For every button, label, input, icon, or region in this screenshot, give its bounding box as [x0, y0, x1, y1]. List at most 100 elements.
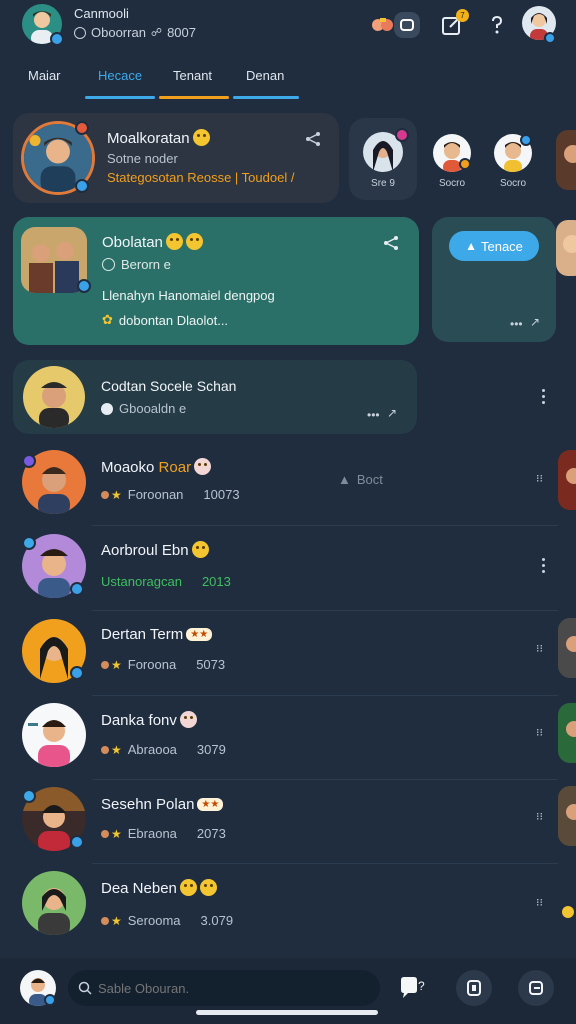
chat-meta-text: Ustanoragcan [101, 574, 182, 589]
smile-emoji-icon [192, 129, 210, 146]
chat-name: Moaoko Roar [101, 458, 212, 476]
reaction-icons: ★ [101, 827, 122, 841]
group-badge-icon [22, 536, 36, 550]
verified-badge-icon [70, 582, 84, 596]
verified-badge-icon [77, 279, 91, 293]
tenace-button[interactable]: ▲ Tenace [449, 231, 539, 261]
verified-badge-icon [544, 32, 556, 44]
story-badge-icon [459, 158, 471, 170]
chat-count: 2013 [201, 574, 231, 589]
more-icon[interactable]: ⁝⁝ [536, 896, 543, 909]
status-icon [74, 26, 86, 39]
tab-underline-denan [233, 96, 299, 99]
active-status-text: Berorn e [121, 257, 171, 272]
user-icon: ▲ [465, 239, 477, 253]
search-input[interactable] [98, 980, 358, 996]
chat-name: Sesehn Polan ★★ [101, 796, 224, 813]
tab-tenant[interactable]: Tenant [173, 68, 212, 83]
header-code: 8007 [167, 25, 196, 40]
more-dots-icon[interactable]: ••• [367, 408, 380, 422]
story-avatar-4[interactable] [556, 130, 576, 190]
exit-button[interactable] [518, 970, 554, 1006]
expand-icon[interactable]: ↗ [387, 406, 397, 420]
row-menu-icon[interactable] [541, 558, 545, 574]
chat-avatar[interactable] [22, 703, 86, 767]
share-icon[interactable] [383, 235, 399, 251]
featured-card[interactable]: Moalkoratan Sotne noder Stategosotan Reo… [13, 113, 339, 203]
svg-text:?: ? [418, 979, 425, 993]
story-label-3: Socro [499, 178, 527, 189]
share-icon[interactable] [305, 131, 321, 147]
smile-emoji-icon [562, 906, 574, 918]
new-tag-icon: ★★ [186, 628, 213, 641]
chat-bubble-icon[interactable]: ? [398, 976, 428, 1000]
more-dots-icon[interactable]: ••• [510, 317, 523, 331]
partial-avatar-right [558, 703, 576, 763]
gallery-button[interactable] [456, 970, 492, 1006]
verified-badge-icon [75, 179, 89, 193]
search-bar[interactable] [68, 970, 380, 1006]
featured-line: Stategosotan Reosse | Toudoel / [107, 170, 295, 185]
camera-icon[interactable] [393, 11, 421, 39]
more-icon[interactable]: ⁝⁝ [536, 810, 543, 823]
chat-name: Dea Neben [101, 879, 217, 897]
story-label-1: Sre 9 [371, 178, 395, 189]
chat-meta: Ustanoragcan 2013 [101, 574, 231, 589]
header-status-text: Oboorran [91, 25, 146, 40]
home-indicator[interactable] [196, 1010, 378, 1015]
header-name: Canmooli [74, 6, 129, 21]
chat-name-highlight: Roar [158, 459, 192, 476]
grin-emoji-icon [165, 233, 183, 250]
row-menu-icon[interactable] [541, 389, 545, 405]
verified-badge-icon [70, 666, 84, 680]
notification-badge: 7 [456, 9, 469, 22]
link-icon: ☍ [150, 27, 163, 39]
chat-meta-text: Abraooa [127, 742, 177, 757]
floating-suggestion[interactable]: ▲ Boct [330, 466, 391, 492]
face-emoji-icon [179, 711, 197, 728]
tenace-button-label: Tenace [480, 238, 523, 254]
reaction-icons: ★ [101, 914, 122, 928]
row-divider [92, 779, 558, 780]
active-attachment: ✿ dobontan Dlaolot... [102, 312, 228, 328]
verified-badge-icon [70, 835, 84, 849]
tab-underline-tenant [159, 96, 229, 99]
smile-emoji-icon [191, 541, 209, 558]
chat-meta-text: Foroonan [127, 487, 184, 502]
verified-badge-icon [44, 994, 56, 1006]
attachment-icon: ✿ [102, 312, 113, 327]
chat-avatar[interactable] [22, 871, 86, 935]
conversation-codtan[interactable]: Codtan Socele Schan Gbooaldn e ••• ↗ [13, 360, 417, 434]
grin-emoji-icon [179, 879, 197, 896]
more-icon[interactable]: ⁝⁝ [536, 472, 543, 485]
status-icon [101, 402, 113, 415]
chat-meta: ★ Ebraona 2073 [101, 826, 226, 841]
active-status: Berorn e [102, 257, 171, 272]
expand-icon[interactable]: ↗ [530, 315, 540, 329]
status-icon [102, 258, 115, 271]
tab-denan[interactable]: Denan [246, 68, 284, 83]
chat-count: 3079 [196, 742, 226, 757]
live-badge-icon [75, 121, 89, 135]
story-1[interactable]: Sre 9 [349, 118, 417, 200]
side-card[interactable]: ▲ Tenace ••• ↗ [432, 217, 556, 342]
help-icon[interactable] [484, 12, 510, 38]
chat-name: Aorbroul Ebn [101, 541, 209, 559]
active-message: Llenahyn Hanomaiel dengpog [102, 288, 275, 303]
more-icon[interactable]: ⁝⁝ [536, 642, 543, 655]
active-conversation-card[interactable]: Obolatan Berorn e Llenahyn Hanomaiel den… [13, 217, 419, 345]
chat-name: Dertan Term ★★ [101, 626, 213, 643]
chat-count: 3.079 [200, 913, 234, 928]
row-divider [92, 695, 558, 696]
tab-hecace[interactable]: Hecace [98, 68, 142, 83]
codtan-name: Codtan Socele Schan [101, 378, 237, 394]
tab-maiar[interactable]: Maiar [28, 68, 61, 83]
group-badge-icon [22, 789, 36, 803]
story-badge-icon [520, 134, 532, 146]
user-icon: ▲ [338, 471, 351, 487]
verified-badge-icon [50, 32, 64, 46]
search-icon [78, 981, 92, 995]
reaction-icons: ★ [101, 488, 122, 502]
smile-emoji-icon [199, 879, 217, 896]
more-icon[interactable]: ⁝⁝ [536, 726, 543, 739]
